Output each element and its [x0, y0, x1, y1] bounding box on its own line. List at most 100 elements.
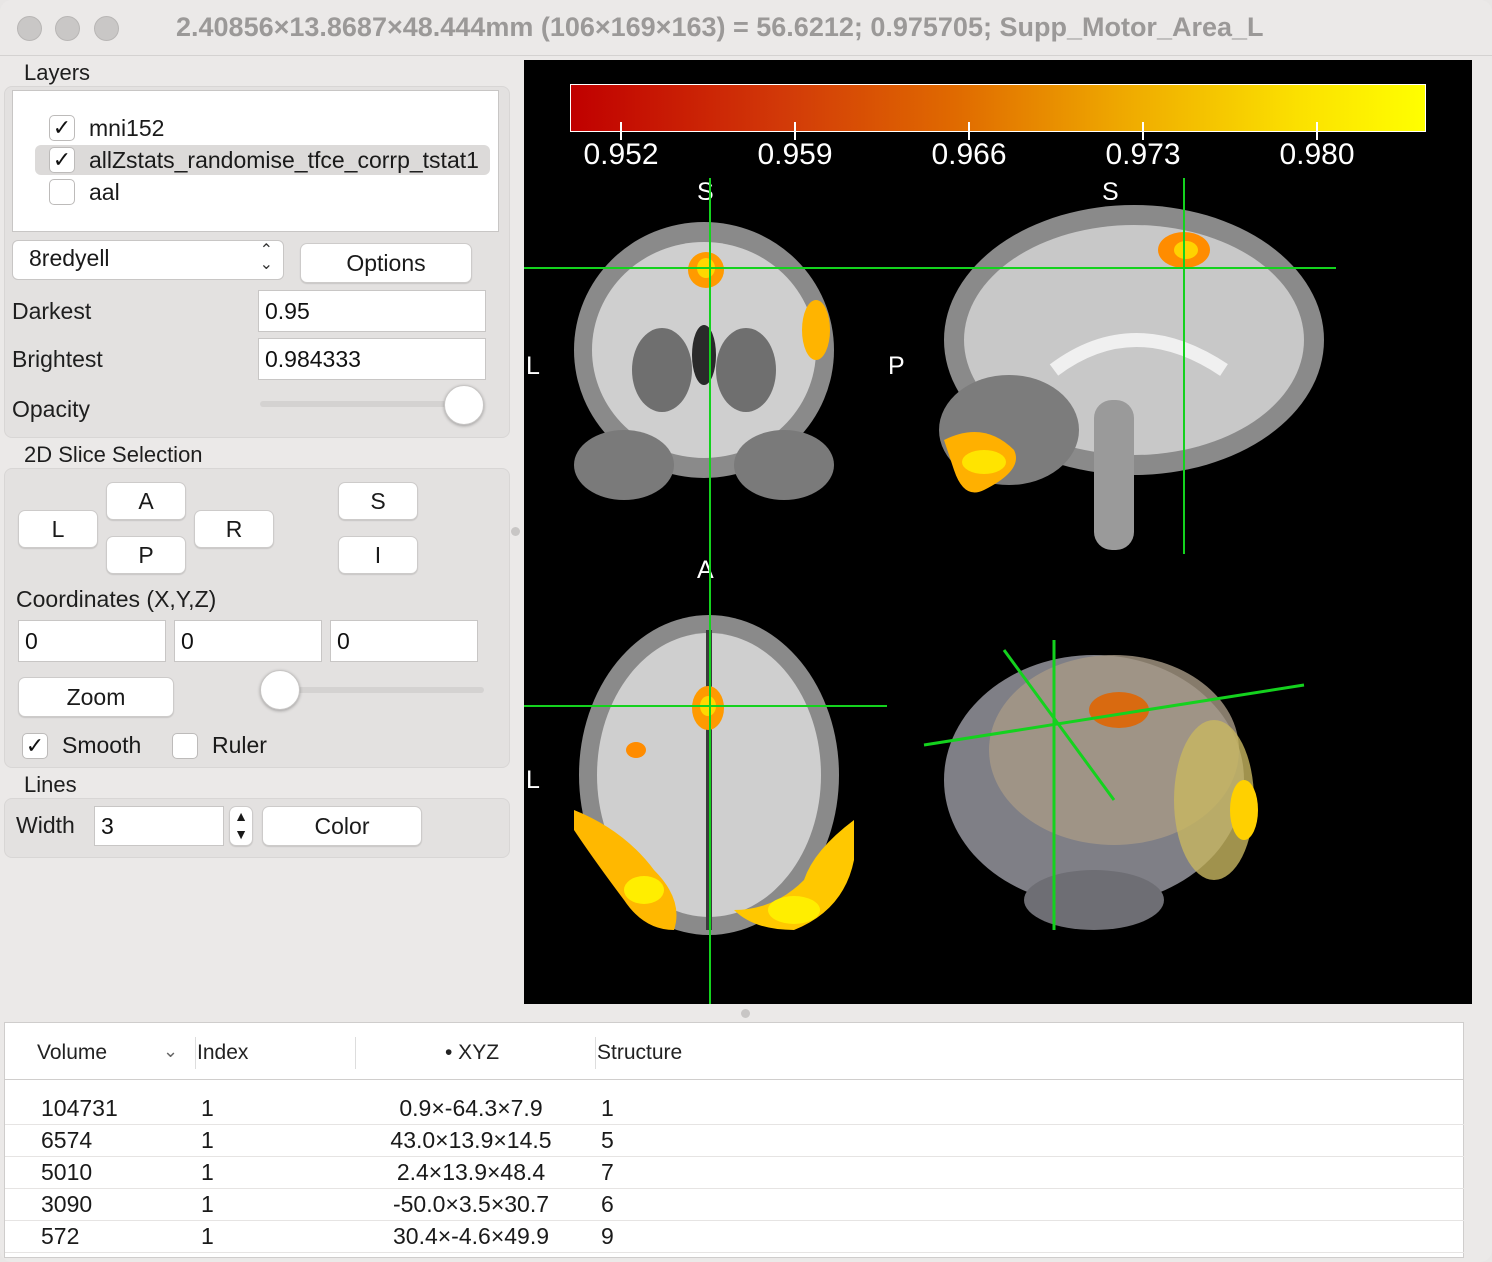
zoom-button[interactable]: Zoom [18, 677, 174, 717]
smooth-checkbox[interactable]: ✓ [22, 732, 48, 759]
options-button[interactable]: Options [300, 243, 472, 283]
right-view-button[interactable]: R [194, 510, 274, 548]
layer-item-allzstats[interactable]: ✓ allZstats_randomise_tfce_corrp_tstat1 [35, 145, 490, 175]
column-header-volume[interactable]: Volume [37, 1041, 107, 1065]
slice-selection-label: 2D Slice Selection [24, 442, 203, 467]
darkest-label: Darkest [12, 298, 92, 324]
cell-structure: 5 [601, 1127, 614, 1153]
ruler-checkbox[interactable] [172, 732, 198, 759]
layer-item-aal[interactable]: aal [49, 177, 479, 207]
coord-z-field[interactable] [330, 620, 478, 662]
title-bar: 2.40856×13.8687×48.444mm (106×169×163) =… [0, 0, 1492, 56]
layers-list[interactable]: ✓ mni152 ✓ allZstats_randomise_tfce_corr… [12, 90, 499, 232]
chevron-down-icon[interactable]: ⌄ [163, 1041, 178, 1062]
width-label: Width [16, 812, 75, 838]
cell-index: 1 [201, 1127, 214, 1153]
brightest-label: Brightest [12, 346, 103, 372]
cell-structure: 1 [601, 1095, 614, 1121]
sagittal-slice[interactable] [924, 200, 1324, 560]
colorbar-label: 0.966 [931, 138, 1007, 171]
ruler-label: Ruler [212, 732, 267, 758]
opacity-slider-knob[interactable] [444, 385, 484, 425]
colormap-select[interactable]: 8redyell ⌃ ⌄ [12, 240, 284, 280]
cell-structure: 7 [601, 1159, 614, 1185]
crosshair-horizontal-top [524, 267, 1336, 269]
brightest-field[interactable] [258, 338, 486, 380]
table-row[interactable]: 572 1 30.4×-4.6×49.9 9 [5, 1221, 1465, 1253]
colorbar [570, 84, 1426, 132]
coord-x-field[interactable] [18, 620, 166, 662]
cell-index: 1 [201, 1223, 214, 1249]
layer-name: aal [89, 178, 120, 205]
layer-name: allZstats_randomise_tfce_corrp_tstat1 [89, 146, 479, 173]
column-separator [595, 1037, 596, 1069]
colorbar-label: 0.973 [1105, 138, 1181, 171]
cell-index: 1 [201, 1159, 214, 1185]
column-separator [195, 1037, 196, 1069]
coord-y-field[interactable] [174, 620, 322, 662]
colorbar-label: 0.980 [1279, 138, 1355, 171]
cell-xyz: 43.0×13.9×14.5 [390, 1127, 552, 1153]
coronal-superior-label: S [697, 178, 714, 206]
inferior-view-button[interactable]: I [338, 536, 418, 574]
darkest-field[interactable] [258, 290, 486, 332]
splitter-handle[interactable] [511, 527, 520, 536]
layers-group-label: Layers [24, 60, 91, 85]
zoom-window-button[interactable] [94, 16, 119, 41]
cell-volume: 6574 [41, 1127, 93, 1153]
zoom-slider-knob[interactable] [260, 670, 300, 710]
column-separator [355, 1037, 356, 1069]
crosshair-horizontal-axial [524, 705, 887, 707]
axial-left-label: L [526, 766, 540, 794]
ruler-toggle[interactable]: Ruler [172, 732, 267, 759]
superior-view-button[interactable]: S [338, 482, 418, 520]
layer-item-mni152[interactable]: ✓ mni152 [49, 113, 479, 143]
splitter-handle[interactable] [741, 1009, 750, 1018]
crosshair-vertical-left [709, 178, 711, 1004]
colormap-selected-value: 8redyell [29, 245, 110, 271]
cell-structure: 9 [601, 1223, 614, 1249]
column-header-structure[interactable]: Structure [597, 1041, 682, 1065]
table-scrollbar[interactable] [1464, 1022, 1488, 1258]
width-stepper[interactable]: ▲ ▼ [229, 806, 253, 846]
sagittal-superior-label: S [1102, 178, 1119, 206]
line-width-field[interactable] [94, 806, 224, 846]
column-header-index[interactable]: Index [197, 1041, 248, 1065]
window-title: 2.40856×13.8687×48.444mm (106×169×163) =… [176, 12, 1264, 42]
smooth-toggle[interactable]: ✓ Smooth [22, 732, 141, 759]
close-window-button[interactable] [17, 16, 42, 41]
table-row[interactable]: 3090 1 -50.0×3.5×30.7 6 [5, 1189, 1465, 1221]
brain-viewer[interactable]: 0.952 0.959 0.966 0.973 0.980 S L S P A … [524, 60, 1472, 1004]
app-window: 2.40856×13.8687×48.444mm (106×169×163) =… [0, 0, 1492, 1262]
chevron-up-icon[interactable]: ▲ [234, 808, 248, 824]
cell-structure: 6 [601, 1191, 614, 1217]
cell-index: 1 [201, 1191, 214, 1217]
layer-mni152-checkbox[interactable]: ✓ [49, 115, 75, 141]
axial-anterior-label: A [697, 556, 714, 584]
cluster-table[interactable]: Volume ⌄ Index • XYZ Structure 104731 1 … [4, 1022, 1465, 1258]
render-3d-view[interactable] [914, 630, 1314, 950]
table-row[interactable]: 5010 1 2.4×13.9×48.4 7 [5, 1157, 1465, 1189]
line-color-button[interactable]: Color [262, 806, 422, 846]
posterior-view-button[interactable]: P [106, 536, 186, 574]
header-divider [5, 1079, 1465, 1080]
column-header-xyz[interactable]: • XYZ [445, 1041, 499, 1065]
cell-volume: 104731 [41, 1095, 118, 1121]
anterior-view-button[interactable]: A [106, 482, 186, 520]
chevron-down-icon[interactable]: ▼ [234, 826, 248, 842]
left-view-button[interactable]: L [18, 510, 98, 548]
cell-volume: 572 [41, 1223, 80, 1249]
colorbar-label: 0.952 [583, 138, 659, 171]
layer-allzstats-checkbox[interactable]: ✓ [49, 147, 75, 173]
table-row[interactable]: 104731 1 0.9×-64.3×7.9 1 [5, 1093, 1465, 1125]
cell-index: 1 [201, 1095, 214, 1121]
minimize-window-button[interactable] [55, 16, 80, 41]
crosshair-vertical-sagittal [1183, 178, 1185, 554]
lines-group [4, 798, 510, 858]
lines-group-label: Lines [24, 772, 77, 797]
layer-aal-checkbox[interactable] [49, 179, 75, 205]
sagittal-posterior-label: P [888, 352, 905, 380]
table-row[interactable]: 6574 1 43.0×13.9×14.5 5 [5, 1125, 1465, 1157]
colorbar-label: 0.959 [757, 138, 833, 171]
cell-volume: 5010 [41, 1159, 93, 1185]
